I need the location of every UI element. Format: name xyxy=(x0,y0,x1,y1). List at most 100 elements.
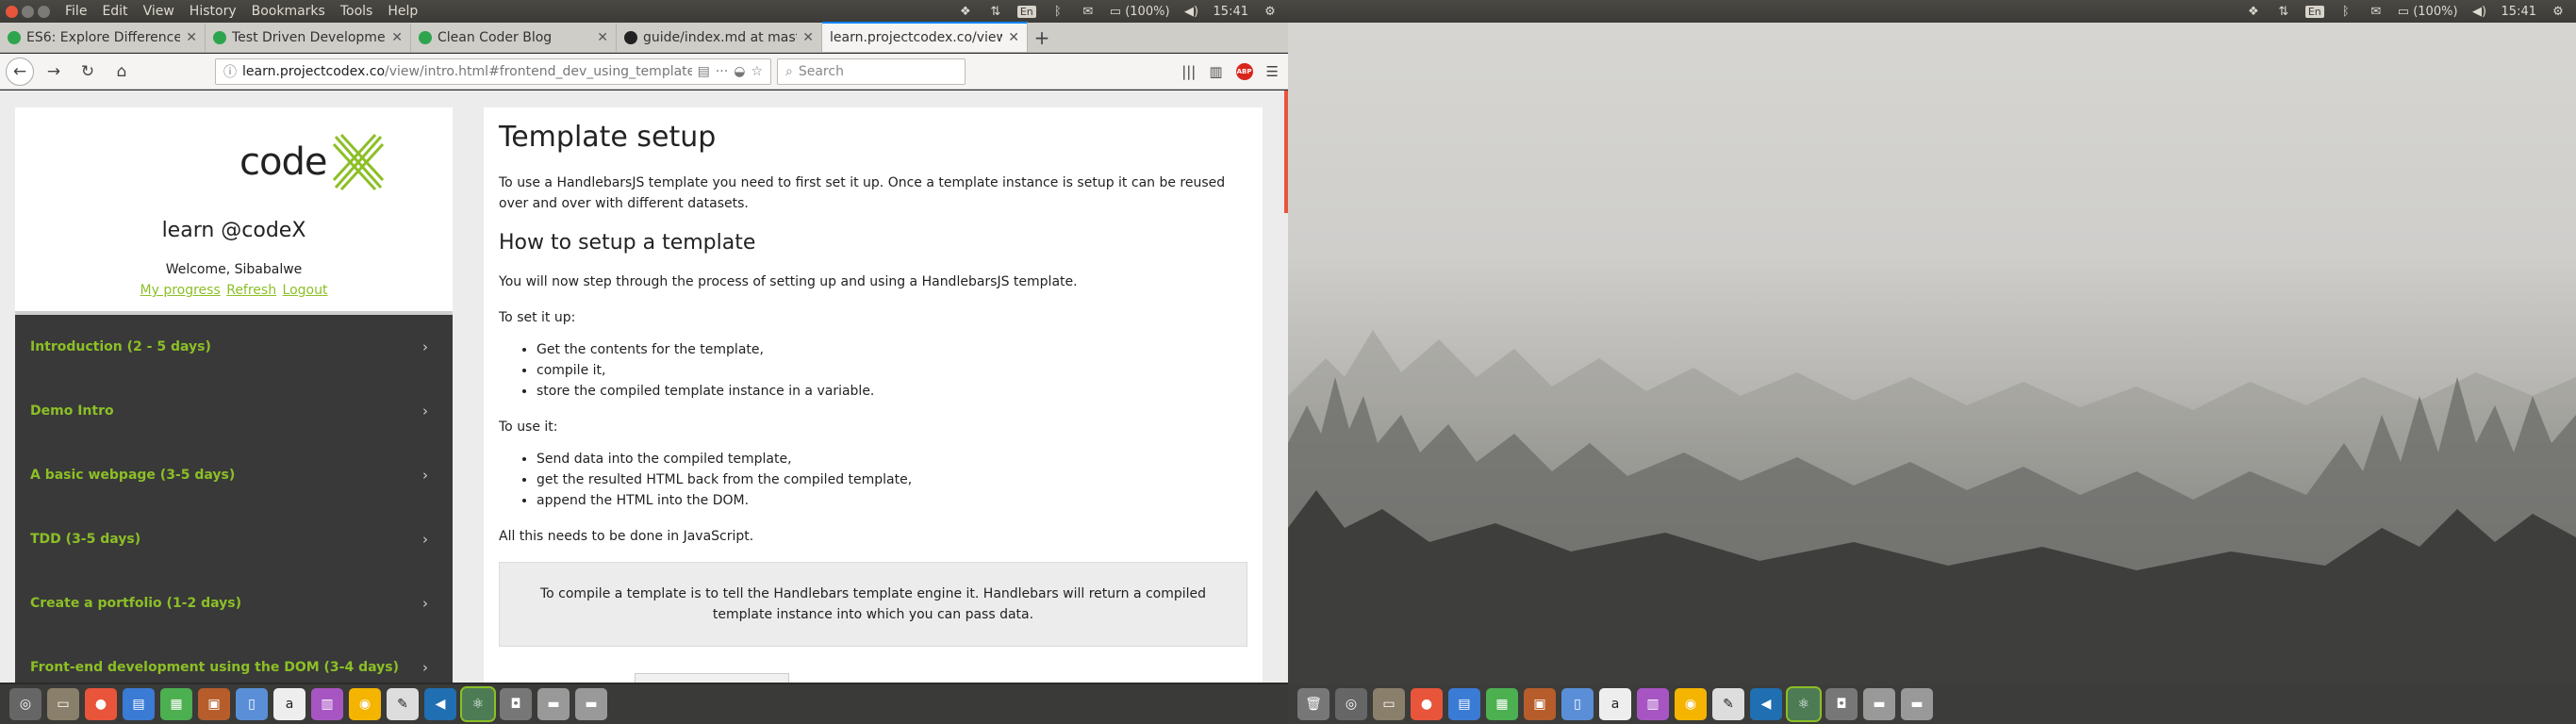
dropbox-icon[interactable]: ❖ xyxy=(957,5,974,19)
atom-icon[interactable]: ⚛ xyxy=(460,686,496,722)
tab-close-icon[interactable]: ✕ xyxy=(391,30,403,45)
software-center-icon[interactable]: ▣ xyxy=(198,688,230,720)
screenshot-icon[interactable]: ◘ xyxy=(1825,688,1858,720)
menu-file[interactable]: File xyxy=(65,4,87,19)
clock[interactable]: 15:41 xyxy=(2502,5,2536,19)
sidebar-icon[interactable]: ▥ xyxy=(1209,63,1222,80)
back-button[interactable]: ← xyxy=(6,57,34,86)
battery-indicator[interactable]: ▭ (100%) xyxy=(2398,5,2458,19)
menu-tools[interactable]: Tools xyxy=(340,4,373,19)
trash-icon[interactable]: 🗑 xyxy=(1297,688,1329,720)
home-button[interactable]: ⌂ xyxy=(107,58,136,86)
battery-indicator[interactable]: ▭ (100%) xyxy=(1110,5,1170,19)
screenshot-icon[interactable]: ◘ xyxy=(500,688,532,720)
drive-icon-2[interactable]: ▬ xyxy=(1901,688,1933,720)
browser-tab[interactable]: Test Driven Developmen ✕ xyxy=(206,24,411,52)
maximize-window-button[interactable] xyxy=(38,5,50,18)
course-item[interactable]: Demo Intro › xyxy=(15,379,453,443)
page-viewport[interactable]: code learn @codeX Welcome, Sibabalwe My … xyxy=(0,90,1288,683)
tab-close-icon[interactable]: ✕ xyxy=(597,30,608,45)
mail-icon[interactable]: ✉ xyxy=(1080,5,1097,19)
dropbox-icon[interactable]: ❖ xyxy=(2245,5,2262,19)
settings-gear-icon[interactable]: ⚙ xyxy=(1262,5,1279,19)
volume-icon[interactable]: ◀) xyxy=(1183,5,1200,19)
tab-close-icon[interactable]: ✕ xyxy=(1008,30,1019,45)
chrome-icon[interactable]: ◉ xyxy=(349,688,381,720)
mail-icon[interactable]: ✉ xyxy=(2368,5,2385,19)
browser-tab[interactable]: ES6: Explore Difference ✕ xyxy=(0,24,206,52)
course-item[interactable]: A basic webpage (3-5 days) › xyxy=(15,443,453,507)
menu-view[interactable]: View xyxy=(143,4,174,19)
menu-edit[interactable]: Edit xyxy=(102,4,127,19)
drive-icon[interactable]: ▬ xyxy=(1863,688,1895,720)
files-icon[interactable]: ▭ xyxy=(47,688,79,720)
partial-code-tab[interactable] xyxy=(635,673,789,683)
browser-tab-active[interactable]: learn.projectcodex.co/view ✕ xyxy=(822,22,1028,52)
reader-view-icon[interactable]: ▤ xyxy=(698,64,710,79)
search-input[interactable]: ⌕ Search xyxy=(777,58,966,85)
libreoffice-writer-icon[interactable]: ▤ xyxy=(1448,688,1480,720)
firefox-icon[interactable]: ● xyxy=(85,688,117,720)
dash-icon[interactable]: ◎ xyxy=(9,688,41,720)
course-item[interactable]: Front-end development using the DOM (3-4… xyxy=(15,635,453,683)
presentation-icon[interactable]: ▥ xyxy=(311,688,343,720)
amazon-icon[interactable]: a xyxy=(1599,688,1631,720)
vscode-icon[interactable]: ◀ xyxy=(424,688,456,720)
atom-icon[interactable]: ⚛ xyxy=(1786,686,1822,722)
adblock-plus-icon[interactable]: ABP xyxy=(1235,62,1253,80)
chrome-icon[interactable]: ◉ xyxy=(1675,688,1707,720)
minimize-window-button[interactable] xyxy=(22,5,34,18)
url-text[interactable]: learn.projectcodex.co/view/intro.html#fr… xyxy=(242,64,692,79)
pocket-icon[interactable]: ◒ xyxy=(734,64,745,79)
presentation-icon[interactable]: ▥ xyxy=(1637,688,1669,720)
course-item[interactable]: Create a portfolio (1-2 days) › xyxy=(15,571,453,635)
keyboard-layout-indicator[interactable]: En xyxy=(2304,5,2324,18)
menu-bookmarks[interactable]: Bookmarks xyxy=(252,4,325,19)
clock[interactable]: 15:41 xyxy=(1214,5,1248,19)
drive-icon[interactable]: ▬ xyxy=(537,688,570,720)
browser-tab[interactable]: Clean Coder Blog ✕ xyxy=(411,24,617,52)
logout-link[interactable]: Logout xyxy=(283,283,328,298)
libreoffice-calc-icon[interactable]: ▦ xyxy=(1486,688,1518,720)
libreoffice-writer-icon[interactable]: ▤ xyxy=(123,688,155,720)
bookmark-star-icon[interactable]: ☆ xyxy=(751,64,763,79)
software-center-icon[interactable]: ▣ xyxy=(1524,688,1556,720)
menu-history[interactable]: History xyxy=(190,4,237,19)
refresh-link[interactable]: Refresh xyxy=(226,283,276,298)
text-editor-icon[interactable]: ✎ xyxy=(387,688,419,720)
menu-help[interactable]: Help xyxy=(388,4,418,19)
new-tab-button[interactable]: + xyxy=(1028,24,1056,52)
reload-button[interactable]: ↻ xyxy=(74,58,102,86)
browser-tab[interactable]: guide/index.md at mast ✕ xyxy=(617,24,822,52)
tab-close-icon[interactable]: ✕ xyxy=(802,30,814,45)
info-icon[interactable]: ⓘ xyxy=(223,62,237,81)
amazon-icon[interactable]: a xyxy=(273,688,305,720)
libreoffice-calc-icon[interactable]: ▦ xyxy=(160,688,192,720)
course-item[interactable]: Introduction (2 - 5 days) › xyxy=(15,315,453,379)
text-editor-icon[interactable]: ✎ xyxy=(1712,688,1744,720)
keyboard-layout-indicator[interactable]: En xyxy=(1016,5,1036,18)
drive-icon-2[interactable]: ▬ xyxy=(575,688,607,720)
page-actions-icon[interactable]: ··· xyxy=(716,64,728,79)
tab-close-icon[interactable]: ✕ xyxy=(186,30,197,45)
document-viewer-icon[interactable]: ▯ xyxy=(236,688,268,720)
network-icon[interactable]: ⇅ xyxy=(2275,5,2292,19)
document-viewer-icon[interactable]: ▯ xyxy=(1561,688,1593,720)
bluetooth-icon[interactable]: ᛒ xyxy=(1049,5,1066,19)
hamburger-menu-icon[interactable]: ☰ xyxy=(1266,63,1279,80)
url-bar[interactable]: ⓘ learn.projectcodex.co/view/intro.html#… xyxy=(215,58,771,85)
bluetooth-icon[interactable]: ᛒ xyxy=(2337,5,2354,19)
firefox-icon[interactable]: ● xyxy=(1411,688,1443,720)
vscode-icon[interactable]: ◀ xyxy=(1750,688,1782,720)
dash-icon[interactable]: ◎ xyxy=(1335,688,1367,720)
close-window-button[interactable] xyxy=(6,5,18,18)
library-icon[interactable]: ||| xyxy=(1181,63,1196,80)
course-item[interactable]: TDD (3-5 days) › xyxy=(15,507,453,571)
files-icon[interactable]: ▭ xyxy=(1373,688,1405,720)
volume-icon[interactable]: ◀) xyxy=(2471,5,2488,19)
forward-button[interactable]: → xyxy=(40,58,68,86)
my-progress-link[interactable]: My progress xyxy=(140,283,221,298)
settings-gear-icon[interactable]: ⚙ xyxy=(2550,5,2567,19)
right-top-menubar: ❖ ⇅ En ᛒ ✉ ▭ (100%) ◀) 15:41 ⚙ xyxy=(1288,0,2576,23)
network-icon[interactable]: ⇅ xyxy=(987,5,1004,19)
